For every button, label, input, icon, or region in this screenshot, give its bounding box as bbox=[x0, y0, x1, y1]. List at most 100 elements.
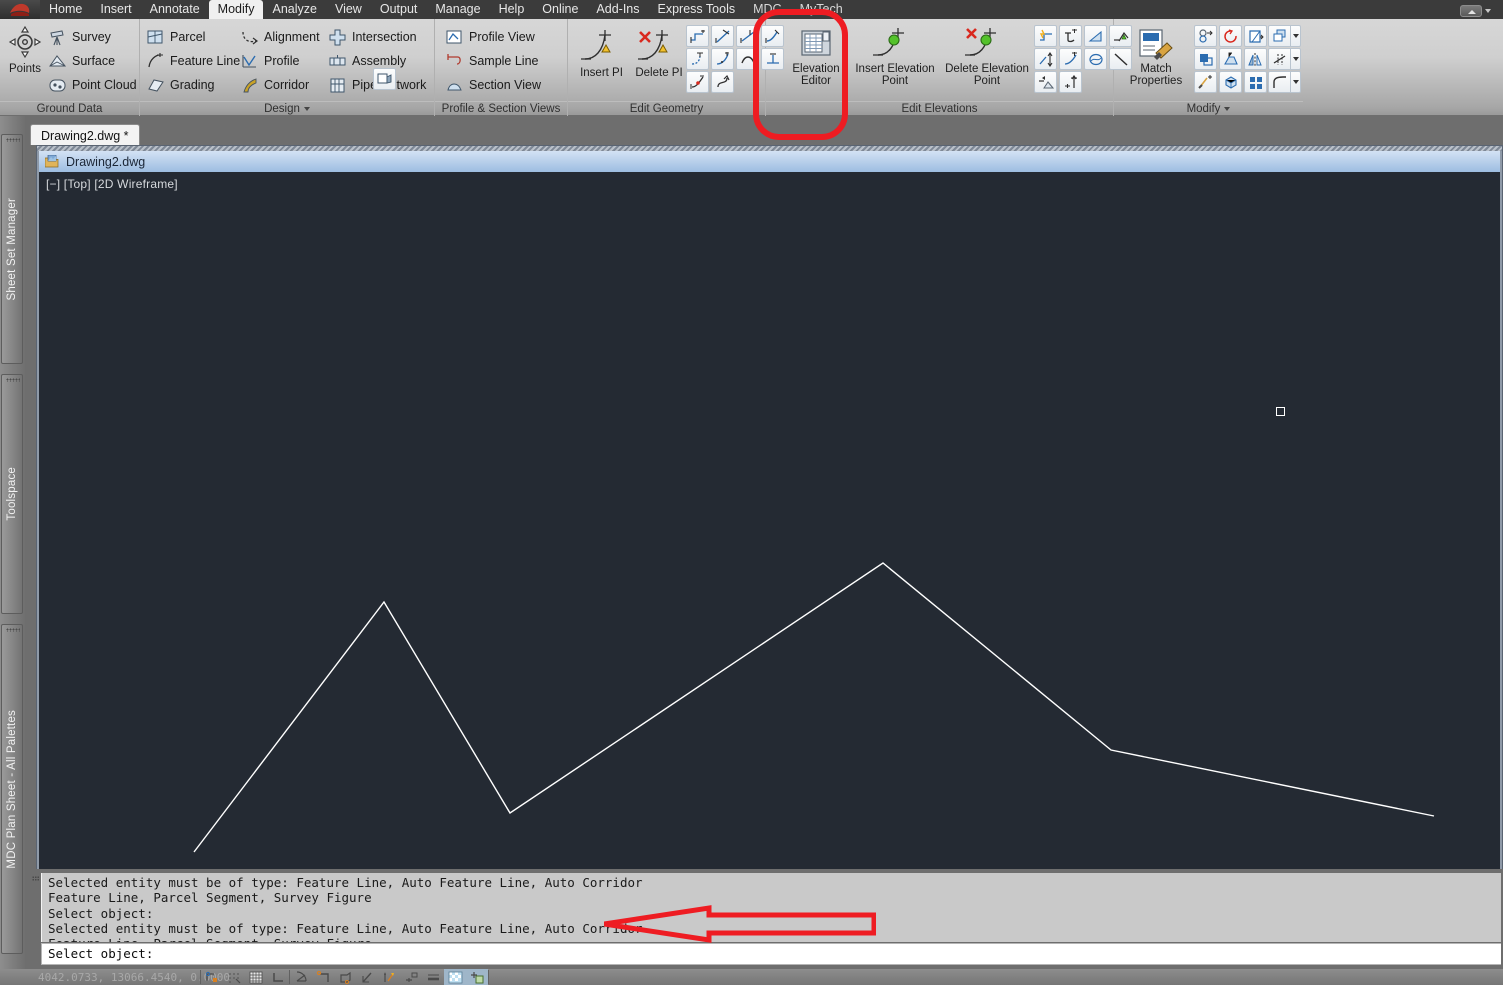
match-properties-button[interactable]: Match Properties bbox=[1120, 27, 1192, 87]
drawing-canvas[interactable]: [−] [Top] [2D Wireframe] bbox=[39, 172, 1500, 966]
surface-button[interactable]: Surface bbox=[48, 49, 137, 73]
mirror-button[interactable] bbox=[1244, 48, 1267, 70]
fit-curve-button[interactable] bbox=[711, 48, 734, 70]
extend-button[interactable] bbox=[736, 25, 759, 47]
array-split-button[interactable] bbox=[1268, 25, 1302, 47]
intersection-button[interactable]: Intersection bbox=[328, 25, 426, 49]
ribbon-tab-addins[interactable]: Add-Ins bbox=[587, 0, 648, 19]
object-snap-tracking-toggle[interactable] bbox=[356, 969, 378, 985]
break-at-point-button[interactable] bbox=[686, 25, 709, 47]
document-tab-drawing2[interactable]: Drawing2.dwg * bbox=[30, 124, 140, 145]
lineweight-toggle[interactable] bbox=[422, 969, 444, 985]
profile-icon bbox=[242, 54, 256, 68]
ribbon-tab-home[interactable]: Home bbox=[40, 0, 91, 19]
fillet-chamfer-button[interactable] bbox=[1268, 71, 1291, 93]
ribbon-tab-help[interactable]: Help bbox=[490, 0, 534, 19]
stepped-offset-button[interactable] bbox=[686, 71, 709, 93]
fillet-chamfer-split-button[interactable] bbox=[1268, 71, 1302, 93]
points-button[interactable]: Points bbox=[3, 23, 47, 75]
profile-button[interactable]: Profile bbox=[240, 49, 320, 73]
elevation-editor-button[interactable]: Elevation Editor bbox=[784, 27, 848, 87]
panel-grip[interactable] bbox=[6, 628, 20, 632]
alignment-button[interactable]: Alignment bbox=[240, 25, 320, 49]
raise-lower-button[interactable] bbox=[1034, 48, 1057, 70]
selection-cycling-toggle[interactable] bbox=[466, 969, 488, 985]
chevron-down-icon[interactable] bbox=[1224, 106, 1231, 111]
feature-line-button[interactable]: Feature Line bbox=[146, 49, 240, 73]
sidebar-item-sheet-set-manager[interactable]: Sheet Set Manager bbox=[1, 134, 23, 364]
sidebar-item-toolspace[interactable]: Toolspace bbox=[1, 374, 23, 614]
object-snap-toggle[interactable] bbox=[312, 969, 334, 985]
parcel-button[interactable]: Parcel bbox=[146, 25, 240, 49]
trim-extend-button[interactable] bbox=[1268, 48, 1291, 70]
smooth-button[interactable] bbox=[736, 48, 759, 70]
3d-rotate-button[interactable] bbox=[1219, 71, 1242, 93]
ribbon-tab-manage[interactable]: Manage bbox=[426, 0, 489, 19]
command-line-grip[interactable] bbox=[30, 874, 41, 962]
move-button[interactable] bbox=[1194, 48, 1217, 70]
ribbon-tab-view[interactable]: View bbox=[326, 0, 371, 19]
infer-constraints-toggle[interactable] bbox=[201, 969, 223, 985]
set-grade-slope-button[interactable] bbox=[1084, 25, 1107, 47]
elevation-point-button[interactable] bbox=[1059, 71, 1082, 93]
edit-elevations-button[interactable] bbox=[1059, 25, 1082, 47]
reverse-direction-button[interactable] bbox=[711, 71, 734, 93]
panel-grip[interactable] bbox=[6, 378, 20, 382]
dynamic-ucs-toggle[interactable] bbox=[378, 969, 400, 985]
trim-extend-dropdown[interactable] bbox=[1291, 48, 1301, 70]
grid-display-toggle[interactable] bbox=[245, 969, 267, 985]
fillet-button[interactable] bbox=[686, 48, 709, 70]
fillet-chamfer-dropdown[interactable] bbox=[1291, 71, 1301, 93]
assembly-tool-button[interactable] bbox=[373, 68, 396, 90]
apply-to-surface-button[interactable] bbox=[1034, 71, 1057, 93]
set-grade-between-points-button[interactable] bbox=[1059, 48, 1082, 70]
copy-button[interactable] bbox=[1194, 25, 1217, 47]
feature-line-polyline[interactable] bbox=[193, 562, 1435, 853]
ribbon-tab-express-tools[interactable]: Express Tools bbox=[649, 0, 745, 19]
explode-button[interactable] bbox=[1194, 71, 1217, 93]
corridor-icon bbox=[243, 77, 257, 92]
delete-pi-button[interactable]: Delete PI bbox=[630, 29, 688, 79]
array-button[interactable] bbox=[1268, 25, 1291, 47]
ribbon-tab-modify[interactable]: Modify bbox=[208, 0, 264, 19]
quick-elevation-edit-button[interactable] bbox=[1034, 25, 1057, 47]
trim-button[interactable] bbox=[711, 25, 734, 47]
sidebar-item-mdc-plan-sheet[interactable]: MDC Plan Sheet - All Palettes bbox=[1, 624, 23, 954]
section-view-button[interactable]: Section View bbox=[445, 73, 541, 97]
block-button[interactable] bbox=[1244, 71, 1267, 93]
minimize-ribbon-button[interactable] bbox=[1460, 5, 1491, 17]
ribbon-tab-output[interactable]: Output bbox=[371, 0, 427, 19]
ribbon-tab-online[interactable]: Online bbox=[533, 0, 587, 19]
chevron-down-icon[interactable] bbox=[303, 106, 310, 111]
ribbon-tab-mdc[interactable]: MDC bbox=[744, 0, 790, 19]
stretch-button[interactable] bbox=[1219, 48, 1242, 70]
polar-tracking-toggle[interactable] bbox=[290, 969, 312, 985]
array-dropdown[interactable] bbox=[1291, 25, 1301, 47]
delete-elevation-point-button[interactable]: Delete Elevation Point bbox=[942, 27, 1032, 87]
insert-elevation-point-button[interactable]: Insert Elevation Point bbox=[850, 27, 940, 87]
ribbon-tab-annotate[interactable]: Annotate bbox=[141, 0, 209, 19]
point-cloud-button[interactable]: Point Cloud bbox=[48, 73, 137, 97]
survey-button[interactable]: Survey bbox=[48, 25, 137, 49]
sample-line-button[interactable]: Sample Line bbox=[445, 49, 541, 73]
grading-button[interactable]: Grading bbox=[146, 73, 240, 97]
application-menu-button[interactable] bbox=[0, 0, 40, 19]
panel-grip[interactable] bbox=[6, 138, 20, 142]
3d-object-snap-toggle[interactable] bbox=[334, 969, 356, 985]
corridor-button[interactable]: Corridor bbox=[240, 73, 320, 97]
insert-pi-button[interactable]: Insert PI bbox=[574, 29, 629, 79]
snap-mode-toggle[interactable] bbox=[223, 969, 245, 985]
ribbon-tab-insert[interactable]: Insert bbox=[91, 0, 140, 19]
scale-button[interactable] bbox=[1244, 25, 1267, 47]
ortho-mode-toggle[interactable] bbox=[267, 969, 289, 985]
dynamic-input-toggle[interactable] bbox=[400, 969, 422, 985]
transparency-toggle[interactable] bbox=[444, 969, 466, 985]
rotate-button[interactable] bbox=[1219, 25, 1242, 47]
elevations-from-surface-button[interactable] bbox=[1084, 48, 1107, 70]
ribbon-tab-analyze[interactable]: Analyze bbox=[263, 0, 325, 19]
command-input[interactable]: Select object: bbox=[41, 943, 1501, 965]
ribbon-tab-mytech[interactable]: MyTech bbox=[791, 0, 852, 19]
trim-extend-split-button[interactable] bbox=[1268, 48, 1302, 70]
profile-view-button[interactable]: Profile View bbox=[445, 25, 541, 49]
coordinate-readout[interactable]: 4042.0733, 13066.4540, 0.0000 bbox=[0, 971, 230, 984]
